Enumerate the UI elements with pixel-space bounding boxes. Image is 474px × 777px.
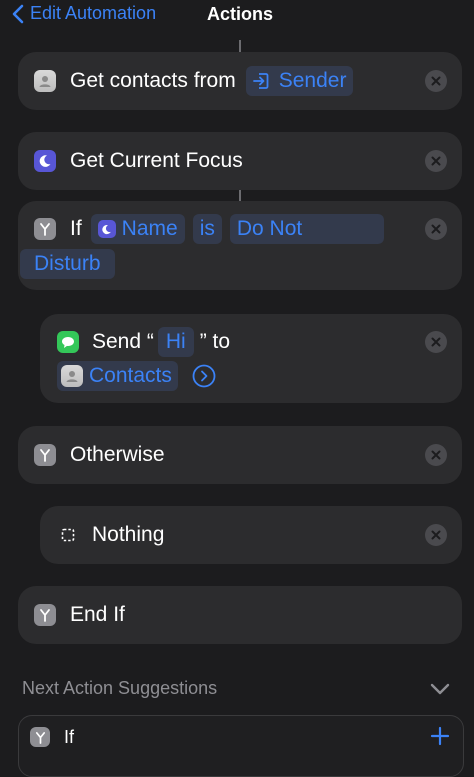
branch-icon [34,218,56,240]
close-icon [431,337,441,347]
action-label-get-contacts: Get contacts from [70,69,236,92]
back-button[interactable]: Edit Automation [12,3,156,24]
close-icon [431,156,441,166]
close-icon [431,530,441,540]
remove-action-button[interactable] [425,524,447,546]
otherwise-label: Otherwise [70,443,165,466]
send-label-suffix: ” to [199,330,231,353]
expand-options-button[interactable] [192,364,216,388]
moon-icon [97,220,116,238]
condition-value-token-continued[interactable]: Disturb [20,249,115,279]
messages-icon [57,331,79,353]
input-icon [252,73,269,89]
collapse-suggestions-button[interactable] [430,682,450,700]
page-title: Actions [207,4,274,24]
close-icon [431,450,441,460]
branch-icon [34,604,56,626]
if-keyword: If [70,217,82,240]
message-token[interactable]: Hi [157,327,194,357]
sender-token[interactable]: Sender [245,66,354,96]
focus-name-token[interactable]: Name [90,214,185,244]
chevron-down-icon [430,683,450,695]
chevron-right-circle-icon [192,364,216,388]
suggestion-item[interactable] [18,715,464,777]
plus-icon [430,726,450,746]
remove-action-button[interactable] [425,150,447,172]
contacts-icon [34,70,56,92]
close-icon [431,76,441,86]
contacts-icon [61,365,83,387]
moon-icon [34,150,56,172]
focus-name-token-label: Name [121,217,178,240]
remove-action-button[interactable] [425,70,447,92]
close-icon [431,224,441,234]
suggestions-header: Next Action Suggestions [22,678,218,698]
end-if-label: End If [70,603,125,626]
dashed-square-icon [57,524,79,546]
navigation-bar: Edit Automation Actions [0,0,474,30]
nothing-label: Nothing [92,523,165,546]
flow-connector [239,40,241,52]
remove-action-button[interactable] [425,218,447,240]
add-suggestion-button[interactable] [430,726,450,751]
remove-action-button[interactable] [425,444,447,466]
action-label-get-focus: Get Current Focus [70,149,243,172]
condition-value-token[interactable]: Do Not [229,214,384,244]
branch-icon [34,444,56,466]
send-label-prefix: Send “ [92,330,154,353]
recipient-token[interactable]: Contacts [57,361,178,391]
sender-token-label: Sender [278,69,347,92]
back-button-label: Edit Automation [30,3,157,23]
branch-icon [30,727,50,747]
flow-connector [239,189,241,201]
remove-action-button[interactable] [425,331,447,353]
suggestion-item-label: If [64,726,75,747]
recipient-token-label: Contacts [89,364,172,387]
chevron-left-icon [12,4,24,23]
condition-operator-token[interactable]: is [192,214,222,244]
